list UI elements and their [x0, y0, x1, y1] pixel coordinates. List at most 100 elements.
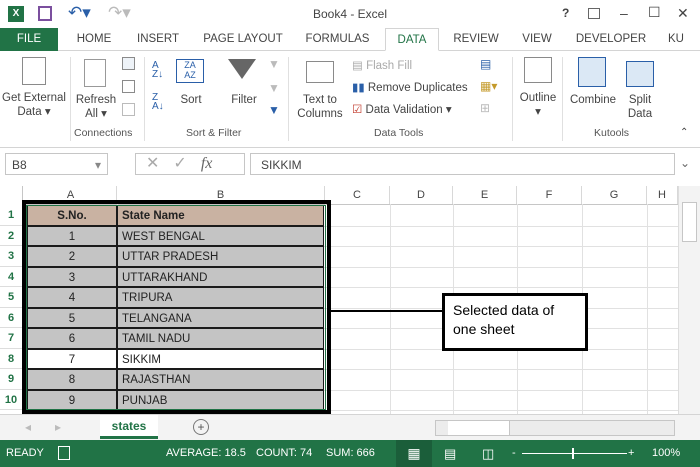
sheet-tab-bar: ◂ ▸ states +	[0, 414, 700, 440]
row-header[interactable]: 7	[0, 328, 22, 349]
reapply-icon[interactable]: ▼	[268, 81, 280, 95]
get-external-data-button[interactable]: Get External Data ▾	[0, 91, 68, 119]
column-header[interactable]: E	[453, 186, 517, 204]
flash-fill-button[interactable]: ▤ Flash Fill	[352, 59, 412, 73]
zoom-level[interactable]: 100%	[652, 440, 680, 467]
selection-border	[22, 200, 331, 414]
group-data-tools: Data Tools	[374, 127, 424, 139]
scroll-thumb[interactable]	[448, 421, 510, 435]
status-bar: READY AVERAGE: 18.5 COUNT: 74 SUM: 666 ▦…	[0, 440, 700, 467]
cancel-icon[interactable]: ✕	[146, 155, 159, 172]
row-header[interactable]: 4	[0, 267, 22, 287]
ribbon: Get External Data ▾ Refresh All ▾ Connecti…	[0, 51, 700, 148]
zoom-slider[interactable]	[522, 453, 627, 454]
tab-developer[interactable]: DEVELOPER	[568, 28, 654, 51]
scroll-thumb[interactable]	[682, 202, 697, 242]
column-header[interactable]: G	[582, 186, 647, 204]
connections-icon[interactable]	[122, 57, 135, 70]
data-validation-button[interactable]: ☑ Data Validation ▾	[352, 103, 452, 117]
text-to-columns-button[interactable]: Text to Columns	[292, 93, 348, 121]
sort-button[interactable]: Sort	[172, 93, 210, 107]
outline-button[interactable]: Outline ▾	[514, 91, 562, 119]
text-to-columns-icon	[306, 61, 334, 83]
tab-home[interactable]: HOME	[66, 28, 122, 51]
normal-view-icon[interactable]: ▦	[396, 440, 432, 467]
select-all-button[interactable]	[0, 186, 22, 204]
row-header[interactable]: 9	[0, 369, 22, 390]
status-sum: SUM: 666	[326, 447, 375, 459]
row-header[interactable]: 6	[0, 308, 22, 328]
edit-links-icon[interactable]	[122, 103, 135, 116]
zoom-slider-thumb[interactable]	[572, 448, 574, 459]
insert-function-icon[interactable]: fx	[201, 155, 213, 172]
filter-button[interactable]: Filter	[224, 93, 264, 107]
name-box[interactable]: B8 ▾	[5, 153, 108, 175]
vertical-scrollbar[interactable]	[678, 186, 700, 414]
label: Flash Fill	[366, 60, 413, 72]
tab-file[interactable]: FILE	[0, 28, 58, 51]
label: Text to	[303, 94, 337, 106]
properties-icon[interactable]	[122, 80, 135, 93]
split-data-button[interactable]: Split Data	[622, 93, 658, 121]
tab-page-layout[interactable]: PAGE LAYOUT	[198, 28, 288, 51]
split-data-icon	[626, 61, 654, 87]
tab-formulas[interactable]: FORMULAS	[300, 28, 375, 51]
expand-formula-icon[interactable]: ⌄	[680, 156, 690, 170]
column-header[interactable]: D	[390, 186, 453, 204]
tab-kutools[interactable]: KU	[662, 28, 690, 51]
tab-data[interactable]: DATA	[385, 28, 439, 51]
ribbon-display-icon[interactable]	[588, 8, 600, 19]
next-sheet-icon[interactable]: ▸	[55, 420, 61, 434]
combine-icon	[578, 57, 606, 87]
page-layout-view-icon[interactable]: ▤	[444, 440, 456, 467]
tab-review[interactable]: REVIEW	[448, 28, 504, 51]
column-header[interactable]: F	[517, 186, 582, 204]
zoom-out-button[interactable]: -	[512, 440, 516, 467]
row-header[interactable]: 8	[0, 349, 22, 369]
remove-duplicates-button[interactable]: ▮▮ Remove Duplicates	[352, 81, 468, 95]
tab-insert[interactable]: INSERT	[130, 28, 186, 51]
clear-filter-icon[interactable]: ▼	[268, 57, 280, 71]
sort-z-a-icon[interactable]: Z A↓	[152, 93, 164, 112]
advanced-filter-icon[interactable]: ▼	[268, 103, 280, 117]
sheet-tab-states[interactable]: states	[100, 415, 158, 439]
sort-a-z-icon[interactable]: A Z↓	[152, 61, 163, 80]
chevron-down-icon[interactable]: ▾	[95, 158, 101, 172]
label: Split	[628, 94, 652, 106]
formula-buttons: ✕ ✓ fx	[135, 153, 245, 175]
row-header[interactable]: 10	[0, 390, 22, 410]
what-if-icon[interactable]: ▦▾	[480, 79, 497, 93]
zoom-in-button[interactable]: +	[628, 440, 634, 467]
refresh-all-button[interactable]: Refresh All ▾	[74, 93, 118, 121]
label: Data ▾	[17, 106, 51, 118]
enter-icon[interactable]: ✓	[173, 155, 186, 172]
help-button[interactable]: ?	[562, 6, 569, 20]
label: Remove Duplicates	[367, 82, 468, 94]
maximize-button[interactable]: ☐	[648, 4, 661, 21]
filter-icon	[228, 59, 256, 79]
collapse-ribbon-icon[interactable]: ⌃	[680, 127, 688, 138]
new-sheet-button[interactable]: +	[193, 419, 209, 435]
callout-line	[331, 310, 442, 312]
row-header[interactable]: 1	[0, 205, 22, 226]
consolidate-icon[interactable]: ▤	[480, 57, 491, 71]
row-header[interactable]: 5	[0, 287, 22, 308]
row-header[interactable]: 3	[0, 246, 22, 267]
refresh-icon	[84, 59, 106, 87]
close-button[interactable]: ✕	[677, 5, 689, 22]
page-break-view-icon[interactable]: ◫	[482, 440, 494, 467]
name-box-value: B8	[12, 158, 27, 172]
formula-input[interactable]: SIKKIM	[250, 153, 675, 175]
column-header[interactable]: C	[325, 186, 390, 204]
relationships-icon[interactable]: ⊞	[480, 101, 490, 115]
combine-button[interactable]: Combine	[566, 93, 620, 107]
macro-record-icon[interactable]	[58, 446, 70, 460]
minimize-button[interactable]: –	[620, 5, 628, 21]
label: Outline	[519, 92, 557, 104]
prev-sheet-icon[interactable]: ◂	[25, 420, 31, 434]
column-header[interactable]: H	[647, 186, 678, 204]
status-average: AVERAGE: 18.5	[166, 447, 246, 459]
tab-view[interactable]: VIEW	[515, 28, 559, 51]
horizontal-scrollbar[interactable]	[435, 420, 675, 436]
row-header[interactable]: 2	[0, 226, 22, 246]
